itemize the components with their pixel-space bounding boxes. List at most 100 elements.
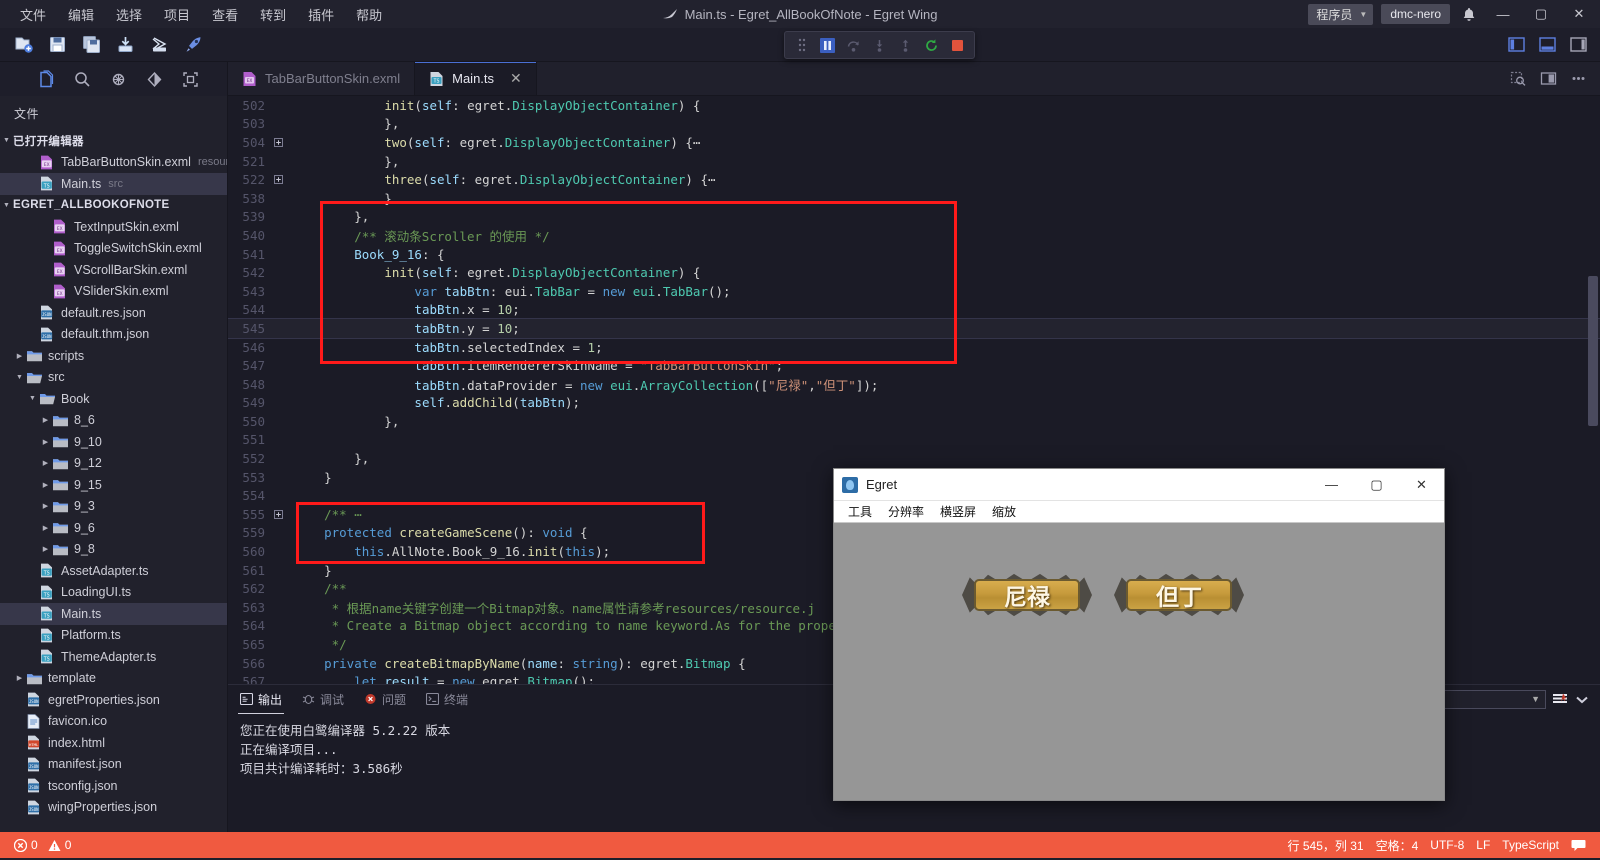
chevron-right-icon[interactable]: ▶ — [39, 459, 52, 467]
open-editor-item[interactable]: EX TabBarButtonSkin.exml resour... — [0, 152, 227, 174]
feedback-icon[interactable] — [1565, 832, 1592, 858]
tree-item-vsliderskin-exml[interactable]: EX VSliderSkin.exml — [0, 281, 227, 303]
split-preview-icon[interactable] — [1504, 63, 1532, 95]
tree-item-scripts[interactable]: ▶ scripts — [0, 345, 227, 367]
run-icon[interactable] — [178, 31, 208, 59]
tree-item-9-6[interactable]: ▶ 9_6 — [0, 517, 227, 539]
chevron-right-icon[interactable]: ▶ — [39, 545, 52, 553]
source-control-icon[interactable] — [138, 64, 170, 94]
code-line[interactable]: 543 var tabBtn: eui.TabBar = new eui.Tab… — [228, 282, 1600, 301]
tree-item-manifest-json[interactable]: JSON manifest.json — [0, 754, 227, 776]
maximize-button[interactable]: ▢ — [1526, 0, 1556, 28]
tabbar-button-0[interactable]: 尼禄 — [962, 573, 1092, 617]
open-editors-list[interactable]: EX TabBarButtonSkin.exml resour... TS Main.t… — [0, 152, 227, 195]
code-line[interactable]: 521 }, — [228, 152, 1600, 171]
code-line[interactable]: 504 two(self: egret.DisplayObjectContain… — [228, 133, 1600, 152]
editor-scrollbar[interactable] — [1588, 276, 1598, 426]
chevron-right-icon[interactable]: ▶ — [13, 674, 26, 682]
status-language-mode[interactable]: TypeScript — [1496, 832, 1565, 858]
chevron-down-icon[interactable]: ▼ — [26, 395, 39, 402]
tree-item-platform-ts[interactable]: TS Platform.ts — [0, 625, 227, 647]
tab-output[interactable]: 输出 — [238, 689, 285, 714]
chevron-right-icon[interactable]: ▶ — [39, 524, 52, 532]
tree-item-default-res-json[interactable]: JSON default.res.json — [0, 302, 227, 324]
bell-icon[interactable] — [1458, 7, 1480, 22]
fold-expand-icon[interactable] — [274, 175, 290, 185]
toggle-right-icon[interactable] — [1564, 28, 1592, 60]
menu-view[interactable]: 查看 — [202, 1, 248, 28]
egret-menu-zoom[interactable]: 缩放 — [986, 501, 1022, 522]
egret-menu-tools[interactable]: 工具 — [842, 501, 878, 522]
code-line[interactable]: 540 /** 滚动条Scroller 的使用 */ — [228, 226, 1600, 245]
restart-icon[interactable] — [919, 34, 944, 56]
fold-expand-icon[interactable] — [274, 137, 290, 147]
tree-item-book[interactable]: ▼ Book — [0, 388, 227, 410]
code-line[interactable]: 551 — [228, 431, 1600, 450]
tree-item-egretproperties-json[interactable]: JSON egretProperties.json — [0, 689, 227, 711]
split-editor-icon[interactable] — [1534, 63, 1562, 95]
tree-item-loadingui-ts[interactable]: TS LoadingUI.ts — [0, 582, 227, 604]
tree-item-9-12[interactable]: ▶ 9_12 — [0, 453, 227, 475]
extensions-icon[interactable] — [174, 64, 206, 94]
tree-item-vscrollbarskin-exml[interactable]: EX VScrollBarSkin.exml — [0, 259, 227, 281]
egret-close-button[interactable]: ✕ — [1399, 469, 1444, 501]
menu-file[interactable]: 文件 — [10, 1, 56, 28]
menu-help[interactable]: 帮助 — [346, 1, 392, 28]
clear-output-icon[interactable] — [1552, 692, 1568, 707]
code-line[interactable]: 538 } — [228, 189, 1600, 208]
new-file-icon[interactable] — [8, 31, 38, 59]
save-icon[interactable] — [42, 31, 72, 59]
chevron-right-icon[interactable]: ▶ — [39, 438, 52, 446]
explorer-icon[interactable] — [30, 64, 62, 94]
egret-menu-resolution[interactable]: 分辨率 — [882, 501, 930, 522]
code-line[interactable]: 546 tabBtn.selectedIndex = 1; — [228, 338, 1600, 357]
close-panel-icon[interactable] — [1574, 692, 1590, 707]
code-line[interactable]: 544 tabBtn.x = 10; — [228, 301, 1600, 320]
project-file-list[interactable]: EX TextInputSkin.exml EX ToggleSwitchSkin.e… — [0, 216, 227, 818]
code-line[interactable]: 541 Book_9_16: { — [228, 245, 1600, 264]
tab-terminal[interactable]: 终端 — [424, 689, 470, 710]
tree-item-8-6[interactable]: ▶ 8_6 — [0, 410, 227, 432]
code-line[interactable]: 552 }, — [228, 449, 1600, 468]
tree-item-textinputskin-exml[interactable]: EX TextInputSkin.exml — [0, 216, 227, 238]
more-actions-icon[interactable] — [1564, 63, 1592, 95]
tree-item-src[interactable]: ▼ src — [0, 367, 227, 389]
menu-edit[interactable]: 编辑 — [58, 1, 104, 28]
code-line[interactable]: 549 self.addChild(tabBtn); — [228, 394, 1600, 413]
code-line[interactable]: 539 }, — [228, 208, 1600, 227]
chevron-right-icon[interactable]: ▶ — [39, 481, 52, 489]
status-cursor-position[interactable]: 行 545，列 31 — [1282, 832, 1370, 858]
tab-debug-console[interactable]: 调试 — [300, 689, 346, 710]
status-indentation[interactable]: 空格：4 — [1370, 832, 1425, 858]
tree-item-index-html[interactable]: HTML index.html — [0, 732, 227, 754]
code-line[interactable]: 502 init(self: egret.DisplayObjectContai… — [228, 96, 1600, 115]
step-over-icon[interactable] — [841, 34, 866, 56]
code-line[interactable]: 550 }, — [228, 412, 1600, 431]
open-editor-item[interactable]: TS Main.ts src — [0, 173, 227, 195]
status-eol[interactable]: LF — [1470, 832, 1496, 858]
fold-expand-icon[interactable] — [274, 509, 290, 519]
menu-goto[interactable]: 转到 — [250, 1, 296, 28]
egret-maximize-button[interactable]: ▢ — [1354, 469, 1399, 501]
file-tree[interactable]: ▼ 已打开编辑器 EX TabBarButtonSkin.exml resour..… — [0, 130, 227, 832]
publish-icon[interactable] — [110, 31, 140, 59]
tree-item-9-15[interactable]: ▶ 9_15 — [0, 474, 227, 496]
step-out-icon[interactable] — [893, 34, 918, 56]
code-line[interactable]: 547 tabBtn.itemRendererSkinName = "TabBa… — [228, 356, 1600, 375]
code-line[interactable]: 542 init(self: egret.DisplayObjectContai… — [228, 263, 1600, 282]
chevron-right-icon[interactable]: ▶ — [39, 416, 52, 424]
tree-item-wingproperties-json[interactable]: JSON wingProperties.json — [0, 797, 227, 819]
tree-item-themeadapter-ts[interactable]: TS ThemeAdapter.ts — [0, 646, 227, 668]
step-into-icon[interactable] — [867, 34, 892, 56]
tab-tabbarbuttonskin[interactable]: EX TabBarButtonSkin.exml — [228, 62, 416, 95]
stop-icon[interactable] — [945, 34, 970, 56]
chevron-right-icon[interactable]: ▶ — [13, 352, 26, 360]
pause-icon[interactable] — [815, 34, 840, 56]
close-button[interactable]: ✕ — [1564, 0, 1594, 28]
build-icon[interactable] — [144, 31, 174, 59]
tree-item-assetadapter-ts[interactable]: TS AssetAdapter.ts — [0, 560, 227, 582]
section-open-editors[interactable]: ▼ 已打开编辑器 — [0, 130, 227, 152]
minimize-button[interactable]: — — [1488, 0, 1518, 28]
tree-item-tsconfig-json[interactable]: JSON tsconfig.json — [0, 775, 227, 797]
debug-icon[interactable] — [102, 64, 134, 94]
